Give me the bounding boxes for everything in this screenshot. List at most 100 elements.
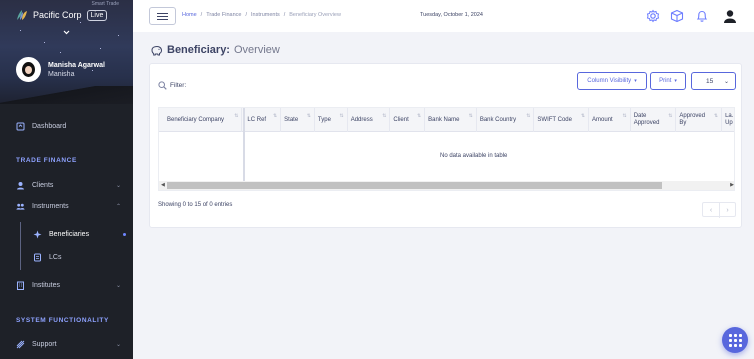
chevron-down-icon: ⌄ [115,342,121,348]
support-icon [16,340,25,349]
print-button[interactable]: Print ▾ [650,72,686,90]
sidebar-item-label: Institutes [32,282,61,289]
horizontal-scrollbar[interactable]: ◀ ▶ [159,181,734,190]
dashboard-icon [16,122,25,131]
beneficiaries-icon [33,230,42,239]
avatar [16,57,41,82]
current-date: Tuesday, October 1, 2024 [420,12,483,18]
data-table: Beneficiary Company ⇅ LC Ref ⇅ State ⇅ Type… [158,107,735,191]
active-indicator [123,233,126,236]
apps-grid-icon[interactable] [722,327,748,353]
column-header[interactable]: Approved By ⇅ [676,108,723,132]
sort-icon: ⇅ [622,113,627,119]
sidebar-item-label: Instruments [32,203,69,210]
bell-icon[interactable] [695,9,709,23]
sort-icon: ⇅ [272,113,278,119]
fixed-column-divider [243,108,245,190]
column-header[interactable]: Amount ⇅ [589,108,631,132]
fixed-column [159,132,243,182]
column-header[interactable]: La... Up... [722,108,734,132]
column-header[interactable]: SWIFT Code ⇅ [534,108,590,132]
caret-down-icon: ▾ [634,78,637,84]
pagination: ‹ › [702,202,736,218]
sidebar-item-beneficiaries[interactable]: Beneficiaries [33,230,89,239]
filter-label: Filter: [170,82,187,89]
chevron-down-icon[interactable] [63,28,70,37]
column-header[interactable]: Beneficiary Company ⇅ [159,108,243,132]
sidebar-item-support[interactable]: Support ⌄ [16,340,121,349]
sort-icon: ⇅ [382,113,387,119]
column-header[interactable]: Date Approved ⇅ [631,108,677,132]
menu-icon [157,12,168,14]
brand-subtitle: Smart Trade [91,1,119,7]
next-page-button[interactable]: › [719,203,735,218]
user-name: Manisha Agarwal [48,61,105,69]
brand[interactable]: Pacific Corp Live [16,9,108,21]
sort-icon: ⇅ [234,113,239,119]
sort-icon: ⇅ [468,113,473,119]
sidebar-item-label: Dashboard [32,123,67,130]
breadcrumb-instruments[interactable]: Instruments [251,12,280,18]
column-header[interactable]: Bank Name ⇅ [425,108,477,132]
breadcrumb: Home / Trade Finance / Instruments / Ben… [182,12,341,18]
clients-icon [16,181,25,190]
scroll-right-icon[interactable]: ▶ [730,182,734,188]
piggy-bank-icon [151,45,163,55]
menu-toggle-button[interactable] [149,7,176,25]
settings-icon[interactable] [646,9,660,23]
sidebar-item-clients[interactable]: Clients ⌄ [16,181,121,190]
page-title: Beneficiary: Overview [150,44,280,56]
column-visibility-button[interactable]: Column Visibility ▾ [577,72,647,90]
lcs-icon [33,253,42,262]
page-length-select[interactable]: 15 ⌄ [691,72,736,90]
sidebar-item-institutes[interactable]: Institutes ⌄ [16,281,121,290]
caret-down-icon: ▾ [674,78,677,84]
sort-icon: ⇅ [526,113,531,119]
sidebar: Smart Trade Pacific Corp Live Manisha Ag… [0,0,133,359]
column-header[interactable]: State ⇅ [281,108,315,132]
sidebar-item-dashboard[interactable]: Dashboard [16,122,66,131]
column-header[interactable]: Bank Country ⇅ [477,108,535,132]
table-card: Filter: Column Visibility ▾ Print ▾ 15 ⌄… [149,63,742,228]
sort-icon: ⇅ [306,113,311,119]
chevron-down-icon: ⌄ [115,283,121,289]
sidebar-item-label: Beneficiaries [49,231,90,238]
table-header: Beneficiary Company ⇅ LC Ref ⇅ State ⇅ Type… [159,108,734,132]
prev-page-button[interactable]: ‹ [703,203,719,218]
sort-icon: ⇅ [339,113,344,119]
sidebar-item-label: Support [32,341,57,348]
sidebar-item-label: LCs [49,254,62,261]
table-info: Showing 0 to 15 of 0 entries [158,202,233,208]
scrollbar-thumb[interactable] [167,182,662,189]
sidebar-item-label: Clients [32,182,54,189]
sidebar-item-lcs[interactable]: LCs [33,253,61,262]
sort-icon: ⇅ [416,113,422,119]
column-header[interactable]: Address ⇅ [348,108,391,132]
breadcrumb-current: Beneficiary Overview [289,12,341,18]
box-icon[interactable] [670,9,684,23]
breadcrumb-home[interactable]: Home [182,12,197,18]
sort-icon: ⇅ [713,113,719,119]
column-header[interactable]: LC Ref ⇅ [244,108,282,132]
chevron-up-icon: ⌃ [115,204,121,210]
instruments-icon [16,202,25,211]
brand-logo-icon [17,10,27,20]
empty-table-message: No data available in table [440,153,508,159]
scroll-left-icon[interactable]: ◀ [161,182,165,188]
sort-icon: ⇅ [668,113,673,119]
breadcrumb-trade-finance[interactable]: Trade Finance [206,12,241,18]
page-title-sub: Overview [233,44,280,56]
page-title-main: Beneficiary: [167,44,230,56]
sort-icon: ⇅ [580,113,586,119]
chevron-down-icon: ⌄ [723,78,729,85]
submenu-line [20,222,21,270]
column-header[interactable]: Client ⇅ [390,108,426,132]
column-header[interactable]: Type ⇅ [315,108,348,132]
filter[interactable]: Filter: [158,81,186,90]
sidebar-item-instruments[interactable]: Instruments ⌃ [16,202,121,211]
user-icon[interactable] [723,9,737,23]
user-profile[interactable]: Manisha Agarwal Manisha [16,57,105,82]
chevron-down-icon: ⌄ [115,183,121,189]
section-trade-finance: TRADE FINANCE [16,157,77,164]
user-username: Manisha [48,70,75,78]
